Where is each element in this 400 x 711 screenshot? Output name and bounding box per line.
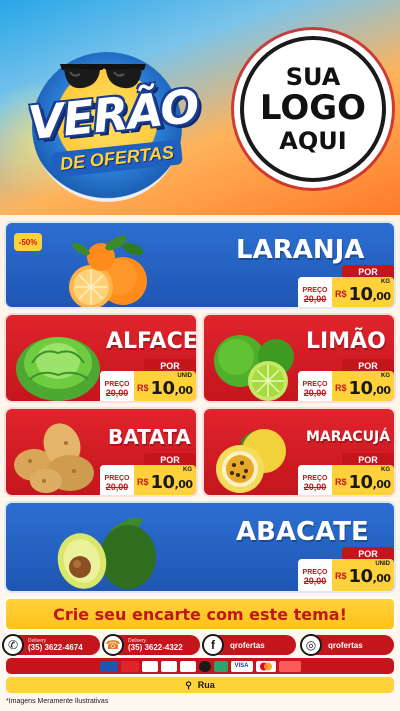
price-tag: POR PREÇO 20,00 R$ 10,00 KG [298,265,394,307]
unit-label: UNID [375,561,390,567]
price-tag: POR PREÇO 20,00 R$ 10,00 KG [298,453,394,495]
price-label: PREÇO [104,474,130,482]
currency: R$ [335,289,347,299]
old-price-value: 20,00 [303,481,327,492]
payment-card-icon [160,660,177,672]
price-label: PREÇO [302,568,328,576]
potato-icon [14,423,94,493]
old-price: PREÇO 20,00 [298,277,332,307]
price-value: 10,00 [348,565,392,587]
unit-label: UNID [177,373,192,379]
whatsapp-icon: ✆ [2,634,24,656]
orange-icon [69,235,147,307]
product-card-alface: ALFACE POR PREÇO 20,00 R$ 10,00 UNID [4,313,198,403]
old-price-value: 20,00 [105,481,129,492]
product-name: LIMÃO [306,329,386,354]
address-bar: ⚲ Rua [6,677,394,693]
old-price-value: 20,00 [303,387,327,398]
product-card-laranja: -50% LARANJA POR PREÇO 20,00 R$ 10,00 KG [4,221,396,309]
contacts-bar: ✆ Delivery (35) 3622-4674 ☎ Delivery (35… [2,634,396,656]
contact-value: qrofertas [328,640,363,650]
logo-placeholder: SUA LOGO AQUI [240,36,386,182]
product-name: ABACATE [236,517,369,547]
price-label: PREÇO [302,380,328,388]
price-label: PREÇO [104,380,130,388]
payment-card-icon [179,660,196,672]
payment-card-icon [120,660,139,672]
facebook-icon: f [202,634,224,656]
contact-whatsapp[interactable]: ✆ Delivery (35) 3622-4674 [2,634,100,656]
phone-icon: ☎ [102,634,124,656]
product-name: MARACUJÁ [306,429,391,445]
hipercard-icon [278,660,301,672]
header: VERÃO DE OFERTAS SUA LOGO AQUI [0,0,400,215]
passion-fruit-icon [216,429,286,493]
unit-label: KG [381,373,390,379]
currency: R$ [335,477,347,487]
discount-badge: -50% [14,233,42,251]
unit-label: KG [381,467,390,473]
product-card-abacate: ABACATE POR PREÇO 20,00 R$ 10,00 UNID [4,501,396,593]
price-label: PREÇO [302,286,328,294]
product-card-batata: BATATA POR PREÇO 20,00 R$ 10,00 KG [4,407,198,497]
price-value: 10,00 [348,377,392,399]
currency: R$ [137,383,149,393]
unit-label: KG [381,279,390,285]
payment-card-icon [141,660,158,672]
visa-icon: VISA [230,660,253,672]
price-value: 10,00 [150,377,194,399]
location-pin-icon: ⚲ [185,679,192,690]
instagram-icon: ◎ [300,634,322,656]
product-card-maracuja: MARACUJÁ POR PREÇO 20,00 R$ 10,00 KG [202,407,396,497]
price-value: 10,00 [348,471,392,493]
lettuce-icon [16,337,100,401]
contact-value: (35) 3622-4674 [28,642,83,652]
payment-card-icon [99,660,118,672]
contact-label: Delivery [28,637,47,644]
old-price-value: 20,00 [303,293,327,304]
product-card-limao: LIMÃO POR PREÇO 20,00 R$ 10,00 KG [202,313,396,403]
currency: R$ [335,571,347,581]
contact-value: (35) 3622-4322 [128,642,183,652]
currency: R$ [335,383,347,393]
payment-methods: VISA [6,658,394,674]
price-tag: POR PREÇO 20,00 R$ 10,00 KG [298,359,394,401]
currency: R$ [137,477,149,487]
contact-value: qrofertas [230,640,265,650]
product-name: ALFACE [106,329,198,354]
summer-offers-badge: VERÃO DE OFERTAS [18,30,201,202]
price-tag: POR PREÇO 20,00 R$ 10,00 KG [100,453,196,495]
lime-icon [214,335,294,401]
product-name: LARANJA [236,235,365,265]
contact-instagram[interactable]: ◎ qrofertas [300,634,394,656]
avocado-icon [57,517,156,589]
old-price: PREÇO 20,00 [298,465,332,495]
old-price: PREÇO 20,00 [298,559,332,591]
price-label: PREÇO [302,474,328,482]
old-price: PREÇO 20,00 [100,371,134,401]
disclaimer: *Imagens Meramente Ilustrativas [6,698,109,705]
old-price: PREÇO 20,00 [298,371,332,401]
payment-card-icon [198,660,211,672]
logo-text-line2: LOGO [259,88,367,129]
mastercard-icon [255,660,276,672]
price-tag: POR PREÇO 20,00 R$ 10,00 UNID [298,547,394,591]
cta-banner: Crie seu encarte com este tema! [4,597,396,631]
old-price: PREÇO 20,00 [100,465,134,495]
price-value: 10,00 [348,283,392,305]
address-text: Rua [197,680,215,690]
contact-facebook[interactable]: f qrofertas [202,634,296,656]
product-name: BATATA [108,425,191,449]
unit-label: KG [183,467,192,473]
contact-phone[interactable]: ☎ Delivery (35) 3622-4322 [102,634,200,656]
logo-text-line1: SUA [285,62,341,91]
payment-card-icon [213,660,228,672]
logo-text-line3: AQUI [279,126,347,155]
old-price-value: 20,00 [105,387,129,398]
contact-label: Delivery [128,637,147,644]
price-value: 10,00 [150,471,194,493]
old-price-value: 20,00 [303,575,327,586]
price-tag: POR PREÇO 20,00 R$ 10,00 UNID [100,359,196,401]
